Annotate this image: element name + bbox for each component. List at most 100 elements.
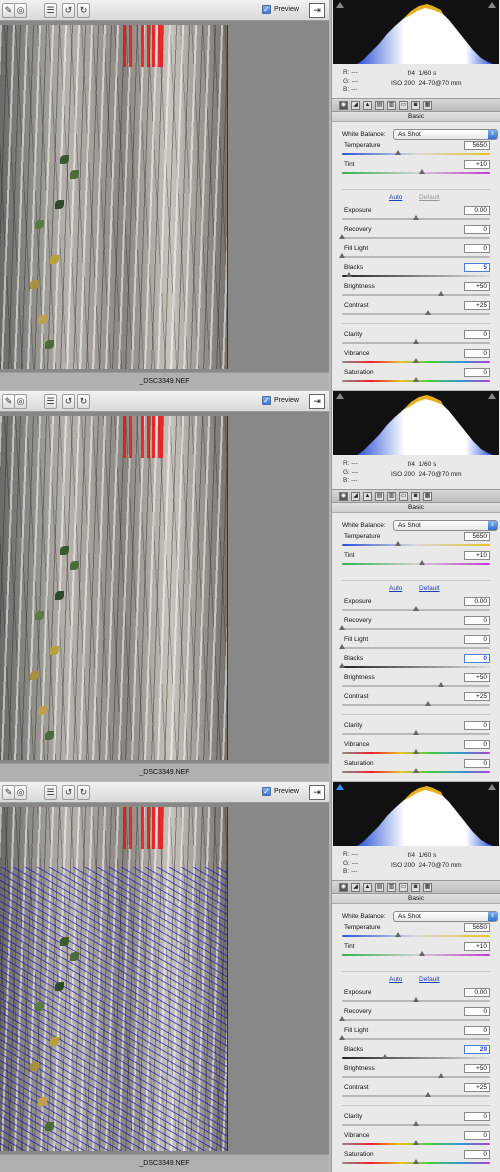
detail-tab-icon[interactable]: ▲ [363,492,372,501]
rotate-right-icon[interactable]: ↻ [77,394,90,409]
white-balance-select[interactable]: As Shot ⇕ [393,911,498,922]
slider-value-field[interactable]: 0 [464,1007,490,1016]
slider-track[interactable] [342,563,490,565]
slider-thumb[interactable] [438,682,444,687]
shadow-clip-warning-icon[interactable] [336,784,344,790]
slider-track[interactable] [342,275,490,277]
rotate-left-icon[interactable]: ↺ [62,394,75,409]
image-canvas[interactable] [0,413,329,763]
slider-thumb[interactable] [346,272,352,277]
rotate-right-icon[interactable]: ↻ [77,3,90,18]
slider-thumb[interactable] [413,1121,419,1126]
auto-link[interactable]: Auto [389,194,402,201]
slider-value-field[interactable]: 0 [464,368,490,377]
slider-value-field[interactable]: 29 [464,1045,490,1054]
split-toning-tab-icon[interactable]: ▥ [387,101,396,110]
slider-thumb[interactable] [339,1016,345,1021]
slider-value-field[interactable]: 0 [464,1131,490,1140]
rotate-left-icon[interactable]: ↺ [62,3,75,18]
slider-thumb[interactable] [413,215,419,220]
fullscreen-icon[interactable]: ⇥ [309,394,325,409]
slider-value-field[interactable]: +50 [464,673,490,682]
slider-thumb[interactable] [413,1159,419,1164]
slider-track[interactable] [342,256,490,258]
list-icon[interactable]: ☰ [44,394,57,409]
slider-value-field[interactable]: 0.00 [464,597,490,606]
slider-value-field[interactable]: 0 [464,1112,490,1121]
white-balance-select[interactable]: As Shot ⇕ [393,129,498,140]
fullscreen-icon[interactable]: ⇥ [309,785,325,800]
slider-value-field[interactable]: +50 [464,1064,490,1073]
slider-thumb[interactable] [413,997,419,1002]
default-link[interactable]: Default [419,585,440,592]
slider-track[interactable] [342,1038,490,1040]
slider-thumb[interactable] [438,291,444,296]
slider-track[interactable] [342,313,490,315]
camera-calibration-tab-icon[interactable]: ◙ [411,883,420,892]
basic-tab-icon[interactable]: ◉ [339,492,348,501]
highlight-clip-warning-icon[interactable] [488,784,496,790]
slider-thumb[interactable] [339,234,345,239]
slider-track[interactable] [342,1076,490,1078]
slider-thumb[interactable] [339,644,345,649]
slider-track[interactable] [342,294,490,296]
tone-curve-tab-icon[interactable]: ◢ [351,883,360,892]
targeted-adjust-icon[interactable]: ◎ [14,785,27,800]
slider-value-field[interactable]: 0.00 [464,206,490,215]
lens-tab-icon[interactable]: ▭ [399,492,408,501]
slider-thumb[interactable] [339,253,345,258]
slider-value-field[interactable]: +10 [464,551,490,560]
slider-track[interactable] [342,954,490,956]
slider-value-field[interactable]: 0 [464,1026,490,1035]
slider-track[interactable] [342,647,490,649]
white-balance-select[interactable]: As Shot ⇕ [393,520,498,531]
checkbox-icon[interactable]: ✓ [262,787,271,796]
slider-thumb[interactable] [425,310,431,315]
preview-toggle[interactable]: ✓ Preview [262,5,299,14]
presets-tab-icon[interactable]: ▦ [423,101,432,110]
hsl-tab-icon[interactable]: ▤ [375,101,384,110]
slider-value-field[interactable]: 0 [464,1150,490,1159]
photo-preview[interactable] [0,25,228,369]
slider-thumb[interactable] [339,1035,345,1040]
presets-tab-icon[interactable]: ▦ [423,492,432,501]
slider-value-field[interactable]: 5650 [464,923,490,932]
slider-track[interactable] [342,544,490,546]
slider-value-field[interactable]: 5 [464,263,490,272]
slider-thumb[interactable] [395,541,401,546]
checkbox-icon[interactable]: ✓ [262,5,271,14]
default-link[interactable]: Default [419,976,440,983]
split-toning-tab-icon[interactable]: ▥ [387,883,396,892]
slider-value-field[interactable]: 0 [464,349,490,358]
list-icon[interactable]: ☰ [44,3,57,18]
slider-thumb[interactable] [425,1092,431,1097]
slider-track[interactable] [342,628,490,630]
presets-tab-icon[interactable]: ▦ [423,883,432,892]
slider-thumb[interactable] [413,358,419,363]
slider-value-field[interactable]: 0 [464,721,490,730]
hsl-tab-icon[interactable]: ▤ [375,883,384,892]
detail-tab-icon[interactable]: ▲ [363,883,372,892]
slider-value-field[interactable]: 5650 [464,141,490,150]
slider-track[interactable] [342,1057,490,1059]
slider-track[interactable] [342,172,490,174]
slider-value-field[interactable]: +10 [464,942,490,951]
slider-thumb[interactable] [339,625,345,630]
image-canvas[interactable] [0,804,329,1154]
image-canvas[interactable] [0,22,329,372]
list-icon[interactable]: ☰ [44,785,57,800]
slider-track[interactable] [342,153,490,155]
preview-toggle[interactable]: ✓ Preview [262,787,299,796]
slider-value-field[interactable]: +10 [464,160,490,169]
slider-value-field[interactable]: 0.00 [464,988,490,997]
slider-thumb[interactable] [413,730,419,735]
slider-thumb[interactable] [413,768,419,773]
camera-calibration-tab-icon[interactable]: ◙ [411,101,420,110]
photo-preview[interactable] [0,807,228,1151]
slider-thumb[interactable] [413,749,419,754]
slider-track[interactable] [342,237,490,239]
auto-link[interactable]: Auto [389,976,402,983]
slider-thumb[interactable] [419,560,425,565]
slider-thumb[interactable] [413,1140,419,1145]
default-link[interactable]: Default [419,194,440,201]
